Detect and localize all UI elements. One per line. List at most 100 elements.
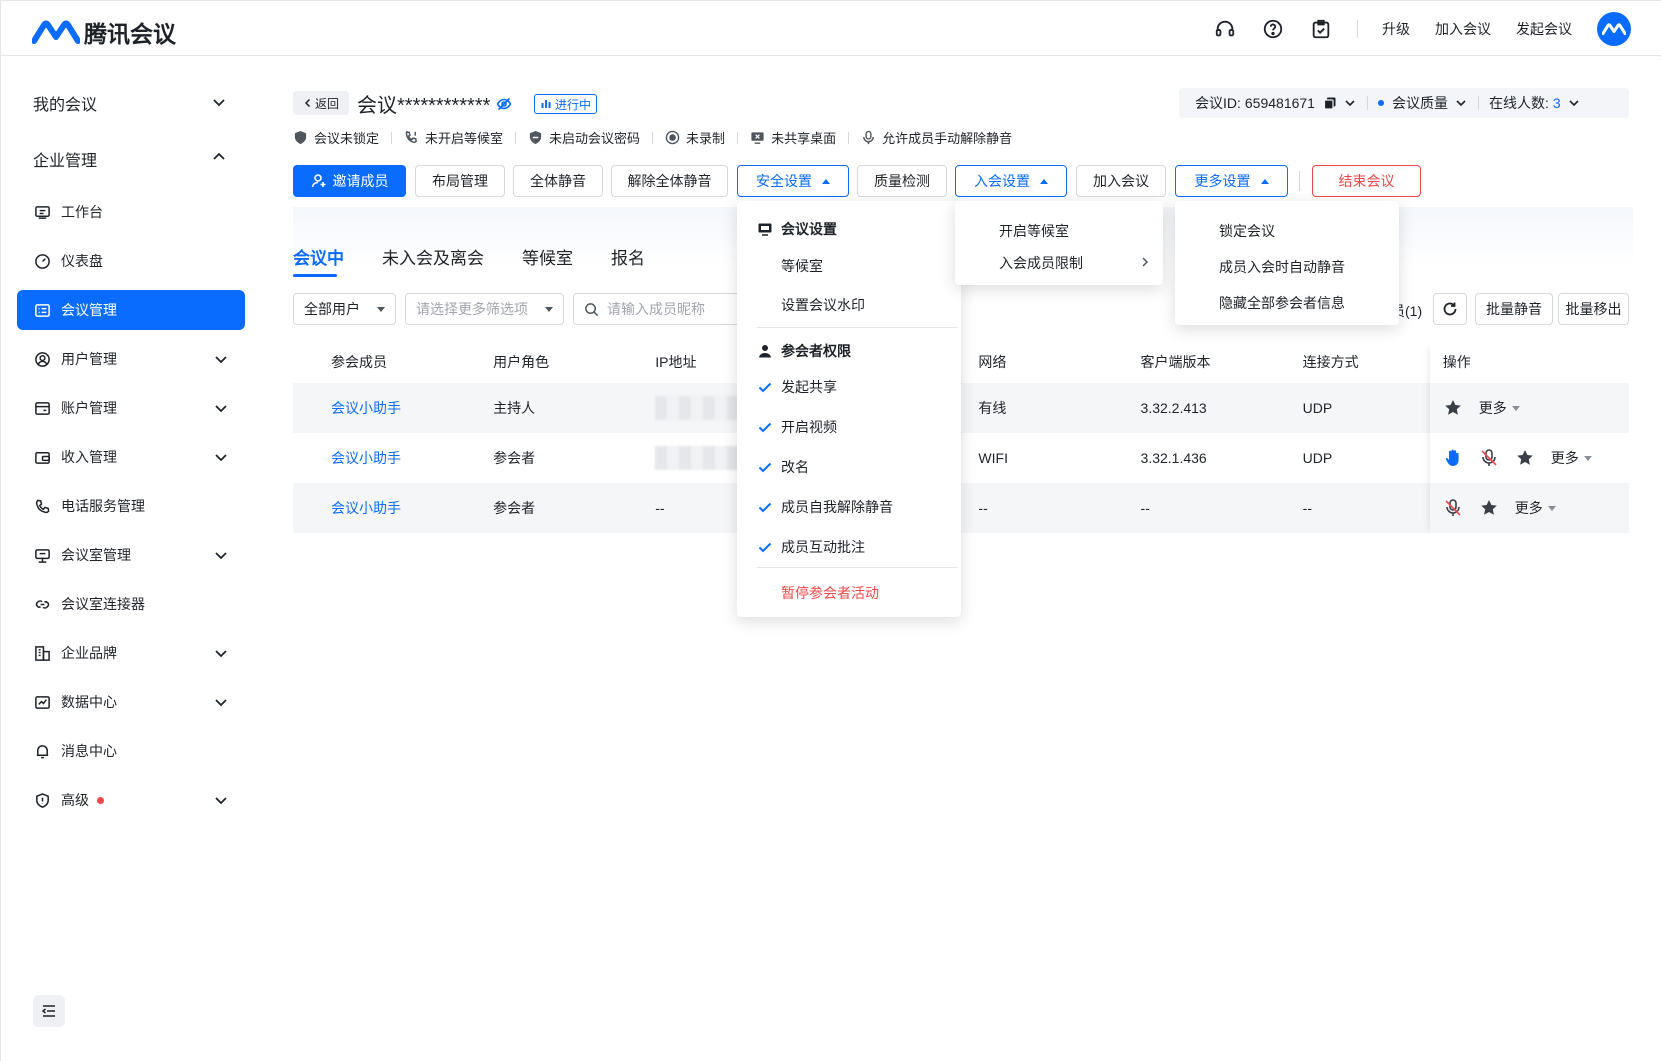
member-name[interactable]: 会议小助手 [293,383,456,433]
sidebar-item-workbench[interactable]: 工作台 [17,192,245,232]
clipboard-check-icon[interactable] [1309,17,1333,41]
caret-up-icon [1040,178,1048,184]
page-title: 会议************ [357,89,512,118]
search-placeholder: 请输入成员昵称 [607,301,705,317]
status-divider [737,131,739,144]
tab-registration[interactable]: 报名 [611,244,645,269]
headset-icon[interactable] [1213,17,1237,41]
sidebar: 我的会议 企业管理 工作台 仪表盘 会议管理 用户管理 账户管理 收入管理 电话… [1,57,261,1061]
chevron-down-icon[interactable] [1567,96,1581,110]
chevron-down-icon[interactable] [1343,96,1357,110]
sidebar-item-brand[interactable]: 企业品牌 [17,633,245,673]
menu-item-enable-video[interactable]: 开启视频 [781,417,837,437]
join-meeting-button[interactable]: 加入会议 [1076,165,1166,197]
avatar-logo-icon [1602,22,1626,35]
upgrade-link[interactable]: 升级 [1382,19,1410,39]
help-icon[interactable] [1261,17,1285,41]
sidebar-group-my-meetings[interactable]: 我的会议 [33,91,97,115]
start-meeting-link[interactable]: 发起会议 [1516,19,1572,39]
room-icon [33,546,51,564]
meeting-title: 会议************ [357,95,491,117]
notification-dot [97,796,104,804]
menu-item-hide-participants[interactable]: 隐藏全部参会者信息 [1219,293,1345,313]
menu-section-meeting-settings: 会议设置 [757,219,837,239]
avatar[interactable] [1597,11,1631,46]
menu-item-member-limit[interactable]: 入会成员限制 [999,253,1083,273]
end-meeting-button[interactable]: 结束会议 [1312,165,1421,197]
chevron-down-icon[interactable] [213,645,229,661]
chevron-down-icon[interactable] [1454,96,1468,110]
checkmark-icon [758,542,772,553]
join-settings-button[interactable]: 入会设置 [955,165,1067,197]
batch-mute-button[interactable]: 批量静音 [1475,293,1553,325]
table-row: 会议小助手 参会者 ne WIFI 3.32.1.436 UDP 更多 [293,433,1629,483]
sidebar-item-user-management[interactable]: 用户管理 [17,339,245,379]
unmute-all-button[interactable]: 解除全体静音 [611,165,728,197]
share-status: 未共享桌面 [750,128,836,147]
menu-item-pause-activity[interactable]: 暂停参会者活动 [781,583,879,603]
menu-item-self-unmute[interactable]: 成员自我解除静音 [781,497,893,517]
chevron-down-icon[interactable] [213,351,229,367]
batch-remove-button[interactable]: 批量移出 [1558,293,1629,325]
sidebar-item-room-management[interactable]: 会议室管理 [17,535,245,575]
member-search-input[interactable]: 请输入成员昵称 [573,293,743,325]
member-name[interactable]: 会议小助手 [293,433,455,483]
blurred-ip [655,396,750,420]
menu-item-annotation[interactable]: 成员互动批注 [781,537,865,557]
menu-item-rename[interactable]: 改名 [781,457,809,477]
chevron-down-icon[interactable] [211,94,227,110]
security-settings-button[interactable]: 安全设置 [737,165,849,197]
sidebar-item-meeting-management[interactable]: 会议管理 [17,290,245,330]
sidebar-item-room-connector[interactable]: 会议室连接器 [17,584,245,624]
join-meeting-link[interactable]: 加入会议 [1435,19,1491,39]
menu-item-waiting-room[interactable]: 等候室 [781,256,823,276]
layout-management-button[interactable]: 布局管理 [415,165,505,197]
sidebar-item-advanced[interactable]: 高级 [17,780,245,820]
column-header: 参会成员 [331,354,387,370]
copy-icon[interactable] [1323,96,1337,110]
meeting-info-bar: 会议ID: 659481671 会议质量 在线人数: 3 [1179,88,1629,118]
invite-members-button[interactable]: 邀请成员 [293,165,406,197]
more-settings-button[interactable]: 更多设置 [1175,165,1288,197]
back-button[interactable]: 返回 [293,91,349,115]
sidebar-item-label: 用户管理 [61,351,117,367]
quality-check-button[interactable]: 质量检测 [857,165,947,197]
menu-item-watermark[interactable]: 设置会议水印 [781,295,865,315]
tab-in-meeting[interactable]: 会议中 [293,244,344,269]
refresh-button[interactable] [1433,293,1467,325]
sidebar-group-enterprise[interactable]: 企业管理 [33,147,97,171]
menu-item-start-share[interactable]: 发起共享 [781,377,837,397]
chevron-down-icon[interactable] [213,400,229,416]
mute-all-button[interactable]: 全体静音 [513,165,603,197]
chevron-up-icon[interactable] [211,149,227,165]
member-role: 参会者 [493,450,536,466]
button-label: 安全设置 [756,173,812,189]
status-text: 未共享桌面 [771,131,837,146]
sidebar-item-data-center[interactable]: 数据中心 [17,682,245,722]
menu-item-auto-mute[interactable]: 成员入会时自动静音 [1219,257,1345,277]
member-name[interactable]: 会议小助手 [293,483,456,533]
checkmark-icon [758,462,772,473]
chevron-down-icon[interactable] [213,694,229,710]
user-type-select[interactable]: 全部用户 [293,293,396,325]
account-icon [33,399,51,417]
caret-down-icon [545,307,553,312]
sidebar-item-dashboard[interactable]: 仪表盘 [17,241,245,281]
menu-item-lock-meeting[interactable]: 锁定会议 [1219,221,1275,241]
tab-waiting-room[interactable]: 等候室 [522,244,573,269]
menu-item-enable-waiting-room[interactable]: 开启等候室 [999,221,1069,241]
chevron-down-icon[interactable] [213,792,229,808]
chevron-down-icon[interactable] [213,449,229,465]
tab-not-joined[interactable]: 未入会及离会 [382,244,484,269]
sidebar-item-account-management[interactable]: 账户管理 [17,388,245,428]
meeting-quality[interactable]: 会议质量 [1392,93,1448,113]
eye-off-icon[interactable] [496,96,512,112]
chevron-down-icon[interactable] [213,547,229,563]
collapse-sidebar-button[interactable] [33,995,65,1027]
table-row: 会议小助手 主持人 dows 有线 3.32.2.413 UDP 更多 [293,383,1629,433]
sidebar-item-message-center[interactable]: 消息中心 [17,731,245,771]
sidebar-item-revenue-management[interactable]: 收入管理 [17,437,245,477]
info-divider [1477,96,1479,110]
more-filters-select[interactable]: 请选择更多筛选项 [405,293,564,325]
sidebar-item-phone-service[interactable]: 电话服务管理 [17,486,245,526]
